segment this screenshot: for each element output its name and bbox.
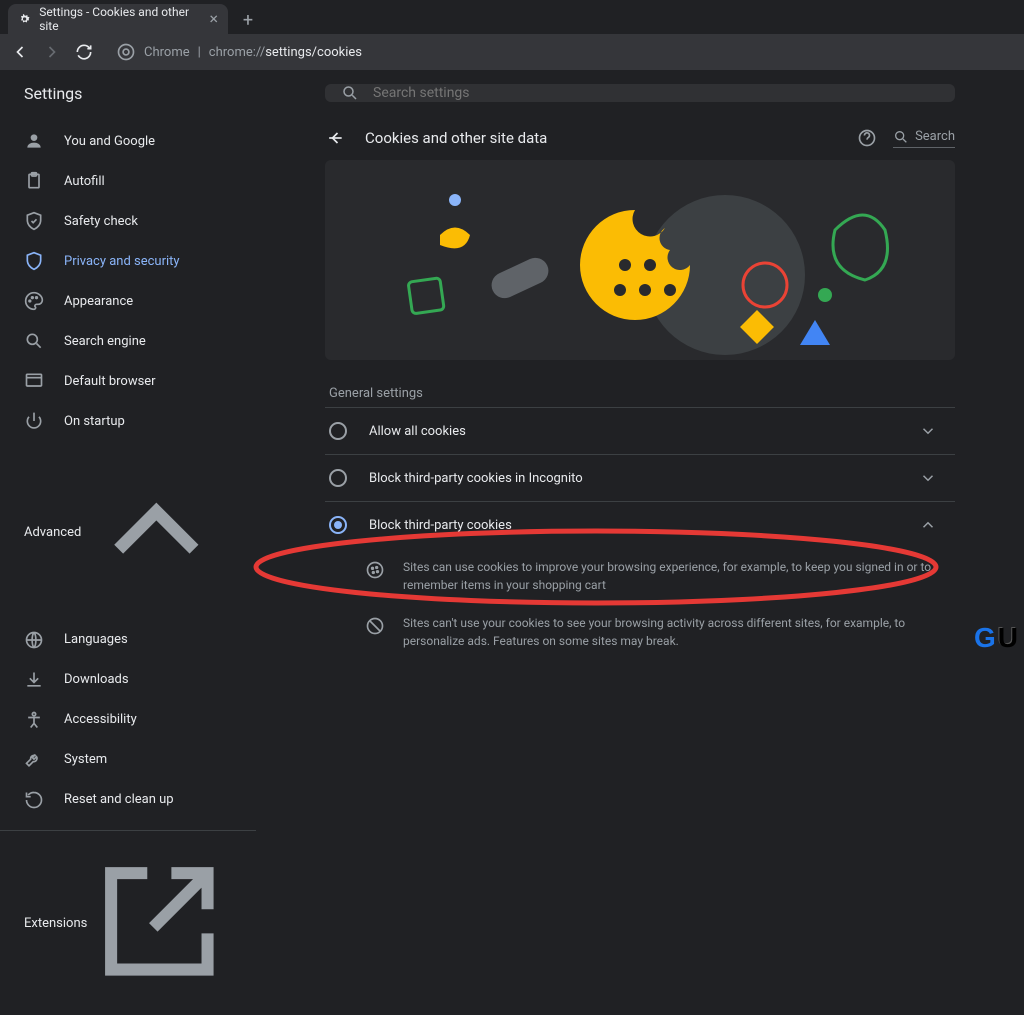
search-icon [893, 129, 909, 145]
globe-icon [24, 630, 44, 650]
hero-illustration [325, 160, 955, 360]
clipboard-icon [24, 171, 44, 191]
wrench-icon [24, 750, 44, 770]
chevron-down-icon [919, 469, 937, 487]
option-allow-all-cookies[interactable]: Allow all cookies [325, 407, 955, 454]
sidebar-item-label: On startup [64, 414, 125, 429]
sidebar-item-label: Reset and clean up [64, 792, 174, 807]
sidebar-item-label: Languages [64, 632, 128, 647]
sidebar-item-label: System [64, 752, 107, 767]
back-icon[interactable] [10, 42, 30, 62]
radio-icon[interactable] [329, 422, 347, 440]
chevron-down-icon [919, 422, 937, 440]
open-in-new-icon [87, 849, 232, 998]
sidebar-item-label: Search engine [64, 334, 146, 349]
shield-check-icon [24, 211, 44, 231]
sidebar-item-label: Autofill [64, 174, 105, 189]
sidebar-item-downloads[interactable]: Downloads [0, 660, 256, 700]
option-block-third-party-incognito[interactable]: Block third-party cookies in Incognito [325, 454, 955, 501]
sidebar-item-label: Appearance [64, 294, 133, 309]
tab-strip: Settings - Cookies and other site × + [0, 0, 1024, 34]
main-content: Cookies and other site data Search [256, 70, 1024, 658]
radio-icon[interactable] [329, 469, 347, 487]
sidebar-item-label: Safety check [64, 214, 138, 229]
forward-icon[interactable] [42, 42, 62, 62]
sidebar-item-appearance[interactable]: Appearance [0, 281, 256, 321]
sidebar-item-label: Default browser [64, 374, 156, 389]
cookie-icon [365, 560, 385, 580]
chevron-up-icon [919, 516, 937, 534]
sidebar-item-languages[interactable]: Languages [0, 620, 256, 660]
page-title: Settings [0, 84, 256, 121]
radio-icon-selected[interactable] [329, 516, 347, 534]
sidebar-item-you-and-google[interactable]: You and Google [0, 121, 256, 161]
sidebar: Settings You and Google Autofill Safety … [0, 70, 256, 658]
browser-tab[interactable]: Settings - Cookies and other site × [8, 4, 228, 34]
back-arrow-icon[interactable] [325, 128, 345, 148]
new-tab-button[interactable]: + [234, 6, 262, 34]
browser-toolbar: Chrome | chrome://settings/cookies [0, 34, 1024, 70]
restore-icon [24, 790, 44, 810]
browser-icon [24, 371, 44, 391]
detail-cookie-info-1: Sites can use cookies to improve your br… [325, 548, 955, 604]
search-settings-bar[interactable] [325, 84, 955, 102]
sidebar-item-search-engine[interactable]: Search engine [0, 321, 256, 361]
omnibox[interactable]: Chrome | chrome://settings/cookies [116, 42, 362, 62]
sidebar-item-default-browser[interactable]: Default browser [0, 361, 256, 401]
general-settings-label: General settings [325, 386, 955, 401]
help-icon[interactable] [857, 128, 877, 148]
block-icon [365, 616, 385, 636]
detail-text: Sites can use cookies to improve your br… [403, 558, 937, 594]
person-icon [24, 131, 44, 151]
sidebar-item-safety-check[interactable]: Safety check [0, 201, 256, 241]
advanced-label: Advanced [24, 525, 81, 540]
tab-title: Settings - Cookies and other site [39, 5, 201, 33]
option-label: Block third-party cookies in Incognito [369, 471, 897, 486]
sidebar-item-label: Accessibility [64, 712, 137, 727]
sidebar-item-label: Downloads [64, 672, 129, 687]
gear-icon [18, 12, 31, 26]
sidebar-item-label: Privacy and security [64, 254, 180, 269]
omnibox-url-dim: chrome:// [209, 45, 265, 60]
download-icon [24, 670, 44, 690]
reload-icon[interactable] [74, 42, 94, 62]
content-header: Cookies and other site data Search [325, 124, 955, 160]
extensions-link[interactable]: Extensions [0, 830, 256, 1015]
extensions-label: Extensions [24, 916, 87, 931]
section-title: Cookies and other site data [365, 129, 837, 147]
palette-icon [24, 291, 44, 311]
power-icon [24, 411, 44, 431]
sidebar-item-system[interactable]: System [0, 740, 256, 780]
option-label: Allow all cookies [369, 424, 897, 439]
sidebar-item-privacy-security[interactable]: Privacy and security [0, 241, 256, 281]
sidebar-item-accessibility[interactable]: Accessibility [0, 700, 256, 740]
chrome-icon [116, 42, 136, 62]
mini-search[interactable]: Search [893, 129, 955, 148]
accessibility-icon [24, 710, 44, 730]
close-icon[interactable]: × [209, 11, 218, 27]
search-settings-input[interactable] [373, 85, 939, 101]
chevron-up-icon [81, 455, 232, 610]
sidebar-item-reset[interactable]: Reset and clean up [0, 780, 256, 820]
sidebar-item-autofill[interactable]: Autofill [0, 161, 256, 201]
search-icon [24, 331, 44, 351]
omnibox-url-main: settings/cookies [265, 45, 362, 60]
advanced-toggle[interactable]: Advanced [0, 441, 256, 620]
mini-search-label: Search [915, 129, 955, 144]
search-icon [341, 84, 359, 102]
omnibox-chrome-label: Chrome [144, 45, 190, 60]
sidebar-item-on-startup[interactable]: On startup [0, 401, 256, 441]
option-block-third-party[interactable]: Block third-party cookies [325, 501, 955, 548]
shield-icon [24, 251, 44, 271]
detail-cookie-info-2: Sites can't use your cookies to see your… [325, 604, 955, 660]
detail-text: Sites can't use your cookies to see your… [403, 614, 937, 650]
watermark: GU [974, 622, 1018, 654]
option-label: Block third-party cookies [369, 518, 897, 533]
sidebar-item-label: You and Google [64, 134, 155, 149]
